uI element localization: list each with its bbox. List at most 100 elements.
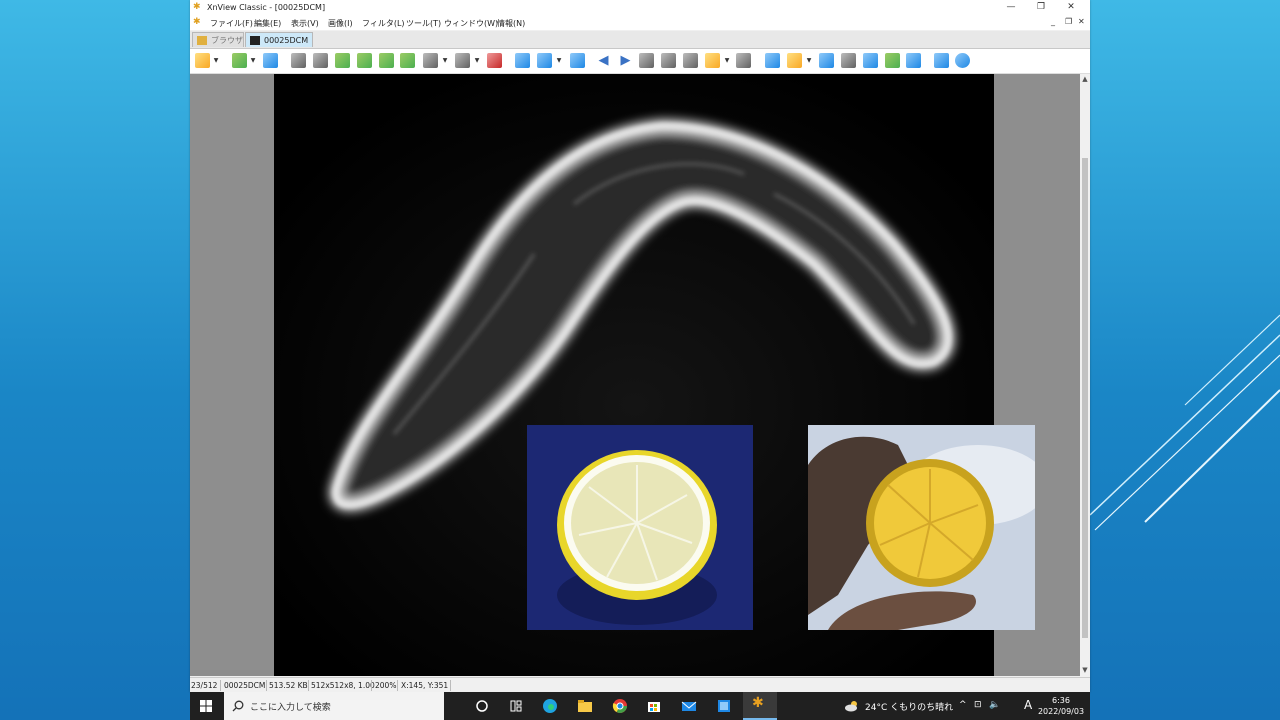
zoom-out-icon[interactable] bbox=[570, 53, 585, 68]
zoom-icon[interactable] bbox=[537, 53, 552, 68]
lemon-sky-photo bbox=[808, 425, 1035, 630]
fit-window-icon[interactable] bbox=[765, 53, 780, 68]
document-icon: ✱ bbox=[193, 17, 201, 27]
chevron-down-icon[interactable]: ▼ bbox=[250, 53, 256, 68]
minimize-button[interactable]: — bbox=[998, 0, 1024, 15]
image-icon bbox=[250, 36, 260, 45]
menu-tools[interactable]: ツール(T) bbox=[406, 18, 441, 29]
menu-edit[interactable]: 編集(E) bbox=[254, 18, 281, 29]
mdi-minimize-button[interactable]: _ bbox=[1051, 17, 1055, 26]
volume-icon[interactable]: 🔈 bbox=[989, 700, 1000, 710]
rotate-left-icon[interactable] bbox=[335, 53, 350, 68]
chevron-down-icon[interactable]: ▼ bbox=[474, 53, 480, 68]
mdi-restore-button[interactable]: ❐ bbox=[1065, 17, 1072, 26]
search-placeholder: ここに入力して検索 bbox=[250, 703, 331, 713]
menu-info[interactable]: 情報(N) bbox=[497, 18, 525, 29]
effects-icon[interactable] bbox=[423, 53, 438, 68]
slideshow-icon[interactable] bbox=[705, 53, 720, 68]
arrow-right-icon[interactable]: ▶ bbox=[618, 53, 633, 68]
chevron-down-icon[interactable]: ▼ bbox=[724, 53, 730, 68]
lemon-cut-photo bbox=[527, 425, 753, 630]
menu-filter[interactable]: フィルタ(L) bbox=[362, 18, 405, 29]
window-title: XnView Classic - [00025DCM] bbox=[207, 3, 326, 12]
screen-capture-icon[interactable] bbox=[906, 53, 921, 68]
arrow-left-icon[interactable]: ◀ bbox=[596, 53, 611, 68]
taskbar-clock[interactable]: 6:36 2022/09/03 bbox=[1036, 695, 1086, 717]
windows-start-icon[interactable] bbox=[200, 700, 212, 712]
crop-icon[interactable] bbox=[313, 53, 328, 68]
redeye-icon[interactable] bbox=[487, 53, 502, 68]
vertical-scrollbar[interactable]: ▲ ▼ bbox=[1080, 74, 1090, 676]
mdi-close-button[interactable]: ✕ bbox=[1078, 17, 1085, 26]
tab-image-label: 00025DCM bbox=[264, 36, 309, 45]
scroll-up-icon[interactable]: ▲ bbox=[1080, 74, 1090, 84]
widgets-icon[interactable] bbox=[508, 698, 524, 714]
weather-cloud-icon bbox=[845, 701, 857, 712]
status-dimensions: 512x512x8, 1.00 bbox=[311, 681, 375, 690]
menu-view[interactable]: 表示(V) bbox=[291, 18, 319, 29]
close-button[interactable]: ✕ bbox=[1058, 0, 1084, 15]
binoculars-icon[interactable] bbox=[819, 53, 834, 68]
edge-browser-icon[interactable] bbox=[542, 698, 558, 714]
menu-file[interactable]: ファイル(F) bbox=[210, 18, 253, 29]
file-explorer-icon[interactable] bbox=[577, 698, 593, 714]
print-icon[interactable] bbox=[841, 53, 856, 68]
folder-icon bbox=[197, 36, 207, 45]
app-window-icon[interactable] bbox=[716, 698, 732, 714]
xnview-taskbar-icon: ✱ bbox=[752, 695, 764, 711]
colors-icon[interactable] bbox=[455, 53, 470, 68]
status-index: 23/512 bbox=[191, 681, 218, 690]
menu-window[interactable]: ウィンドウ(W) bbox=[444, 18, 498, 29]
browser-icon[interactable] bbox=[195, 53, 210, 68]
tray-chevron-up-icon[interactable]: ^ bbox=[959, 700, 967, 710]
first-image-icon[interactable] bbox=[639, 53, 654, 68]
title-bar: ✱ XnView Classic - [00025DCM] — ❐ ✕ bbox=[190, 0, 1090, 15]
lock-icon[interactable] bbox=[736, 53, 751, 68]
last-image-icon[interactable] bbox=[661, 53, 676, 68]
gear-icon[interactable] bbox=[934, 53, 949, 68]
taskbar-xnview-active[interactable]: ✱ bbox=[743, 692, 777, 720]
task-view-icon[interactable] bbox=[474, 698, 490, 714]
scroll-down-icon[interactable]: ▼ bbox=[1080, 665, 1090, 675]
adjust-icon[interactable] bbox=[379, 53, 394, 68]
zoom-in-icon[interactable] bbox=[515, 53, 530, 68]
rotate-right-icon[interactable] bbox=[357, 53, 372, 68]
open-folder-icon[interactable] bbox=[232, 53, 247, 68]
windows-taskbar: ここに入力して検索 ✱ 24°C くもりのち晴れ ^ ⊡ 🔈 A 6:36 20… bbox=[190, 692, 1090, 720]
tab-image[interactable]: 00025DCM bbox=[245, 32, 313, 47]
network-icon[interactable]: ⊡ bbox=[974, 700, 982, 710]
clock-time: 6:36 bbox=[1052, 696, 1070, 705]
weather-text[interactable]: 24°C くもりのち晴れ bbox=[865, 700, 953, 713]
scrollbar-thumb[interactable] bbox=[1082, 158, 1088, 638]
image-viewer[interactable] bbox=[190, 74, 1080, 676]
chrome-icon[interactable] bbox=[612, 698, 628, 714]
tab-bar: ブラウザ 00025DCM bbox=[190, 31, 1090, 49]
chevron-down-icon[interactable]: ▼ bbox=[442, 53, 448, 68]
tab-browser[interactable]: ブラウザ bbox=[192, 32, 244, 47]
fullscreen-icon[interactable] bbox=[683, 53, 698, 68]
xnview-window: ✱ XnView Classic - [00025DCM] — ❐ ✕ ✱ ファ… bbox=[190, 0, 1090, 693]
store-icon[interactable] bbox=[646, 698, 662, 714]
background-decoration bbox=[1089, 314, 1280, 531]
export-icon[interactable] bbox=[400, 53, 415, 68]
restore-button[interactable]: ❐ bbox=[1028, 0, 1054, 15]
wallpaper-icon[interactable] bbox=[885, 53, 900, 68]
chevron-down-icon[interactable]: ▼ bbox=[556, 53, 562, 68]
chevron-down-icon[interactable]: ▼ bbox=[213, 53, 219, 68]
status-zoom: 200% bbox=[375, 681, 397, 690]
undo-icon[interactable] bbox=[291, 53, 306, 68]
scan-icon[interactable] bbox=[863, 53, 878, 68]
save-icon[interactable] bbox=[263, 53, 278, 68]
ime-indicator[interactable]: A bbox=[1024, 698, 1032, 712]
info-icon[interactable] bbox=[955, 53, 970, 68]
status-cursor: X:145, Y:351 bbox=[401, 681, 449, 690]
mail-icon[interactable] bbox=[681, 698, 697, 714]
taskbar-search-box[interactable]: ここに入力して検索 bbox=[224, 692, 444, 720]
toolbar: ▼ ▼ ▼ ▼ ▼ ◀ ▶ ▼ ▼ bbox=[190, 49, 1090, 74]
copy-icon[interactable] bbox=[787, 53, 802, 68]
chevron-down-icon[interactable]: ▼ bbox=[806, 53, 812, 68]
search-icon bbox=[232, 700, 244, 712]
tab-browser-label: ブラウザ bbox=[211, 36, 243, 45]
clock-date: 2022/09/03 bbox=[1037, 707, 1085, 716]
menu-image[interactable]: 画像(I) bbox=[328, 18, 353, 29]
